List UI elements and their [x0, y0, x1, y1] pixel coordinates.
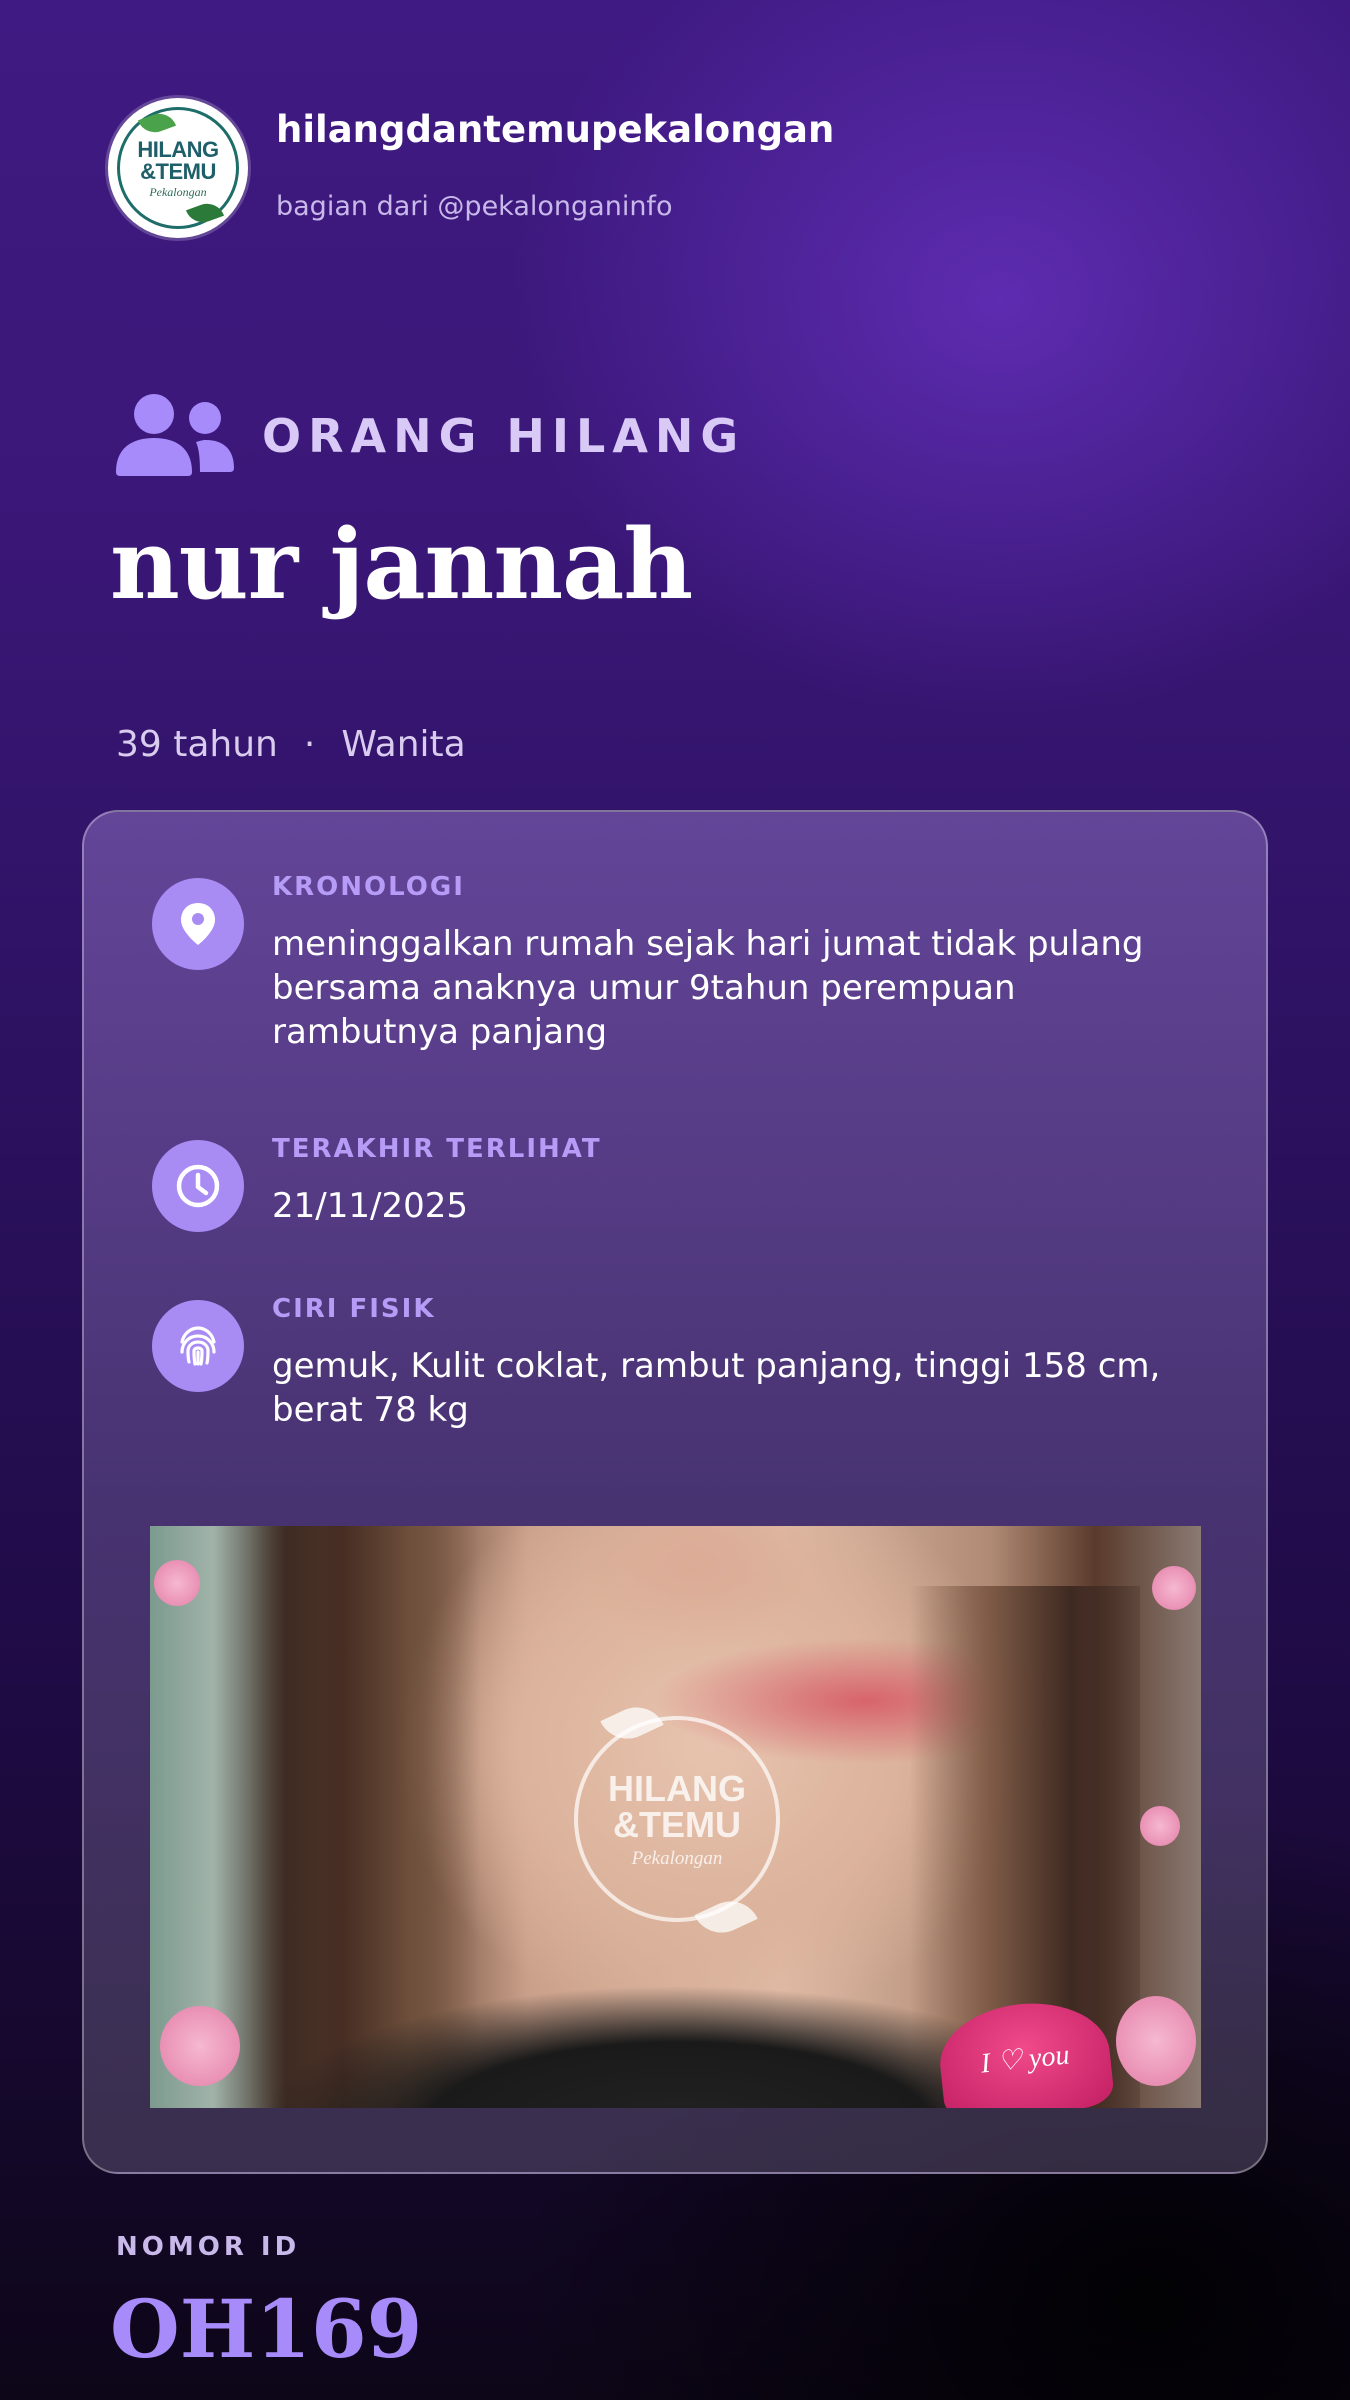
users-icon: [114, 392, 236, 480]
sticker-text: I ♡ you: [979, 2039, 1071, 2080]
logo-line-1: HILANG: [137, 136, 219, 162]
logo-line-3: Pekalongan: [149, 184, 207, 199]
logo-line-2: &TEMU: [140, 158, 216, 184]
category-label: ORANG HILANG: [262, 409, 746, 463]
person-gender: Wanita: [341, 724, 466, 765]
person-photo[interactable]: I ♡ you HILANG &TEMU Pekalongan: [150, 1526, 1201, 2108]
category-heading: ORANG HILANG: [114, 392, 745, 480]
id-label: NOMOR ID: [116, 2232, 301, 2262]
detail-row-physical: CIRI FISIK gemuk, Kulit coklat, rambut p…: [152, 1294, 1172, 1432]
detail-label: CIRI FISIK: [272, 1294, 436, 1324]
fingerprint-icon: [152, 1300, 244, 1392]
leaf-icon: [137, 108, 177, 138]
location-pin-icon: [152, 878, 244, 970]
details-card: KRONOLOGI meninggalkan rumah sejak hari …: [82, 810, 1268, 2174]
watermark-line-1: HILANG: [608, 1767, 746, 1809]
flower-decoration: [1152, 1566, 1196, 1610]
detail-label: TERAKHIR TERLIHAT: [272, 1134, 602, 1164]
watermark-line-3: Pekalongan: [631, 1847, 723, 1869]
leaf-icon: [185, 198, 225, 228]
person-age: 39 tahun: [116, 724, 278, 765]
person-name: nur jannah: [110, 508, 693, 621]
meta-separator: ·: [303, 724, 316, 765]
detail-value: gemuk, Kulit coklat, rambut panjang, tin…: [272, 1346, 1161, 1430]
person-meta: 39 tahun · Wanita: [116, 724, 466, 765]
account-text: hilangdantemupekalongan bagian dari @pek…: [276, 98, 834, 222]
detail-label: KRONOLOGI: [272, 872, 465, 902]
clock-icon: [152, 1140, 244, 1232]
account-header: HILANG &TEMU Pekalongan hilangdantemupek…: [108, 98, 834, 238]
detail-row-kronologi: KRONOLOGI meninggalkan rumah sejak hari …: [152, 872, 1172, 1054]
flower-decoration: [1116, 1996, 1196, 2086]
id-value: OH169: [110, 2282, 423, 2376]
logo-badge: HILANG &TEMU Pekalongan: [117, 107, 239, 229]
leaf-icon: [600, 1697, 664, 1749]
flower-decoration: [154, 1560, 200, 1606]
account-subtitle: bagian dari @pekalonganinfo: [276, 191, 673, 222]
flower-decoration: [1140, 1806, 1180, 1846]
detail-row-last-seen: TERAKHIR TERLIHAT 21/11/2025: [152, 1134, 1172, 1232]
account-name[interactable]: hilangdantemupekalongan: [276, 108, 834, 151]
leaf-icon: [694, 1891, 758, 1943]
flower-decoration: [160, 2006, 240, 2086]
account-avatar-logo[interactable]: HILANG &TEMU Pekalongan: [108, 98, 248, 238]
watermark-line-2: &TEMU: [613, 1803, 741, 1845]
detail-value: 21/11/2025: [272, 1186, 468, 1226]
watermark-logo: HILANG &TEMU Pekalongan: [574, 1697, 780, 1943]
detail-value: meninggalkan rumah sejak hari jumat tida…: [272, 924, 1144, 1052]
